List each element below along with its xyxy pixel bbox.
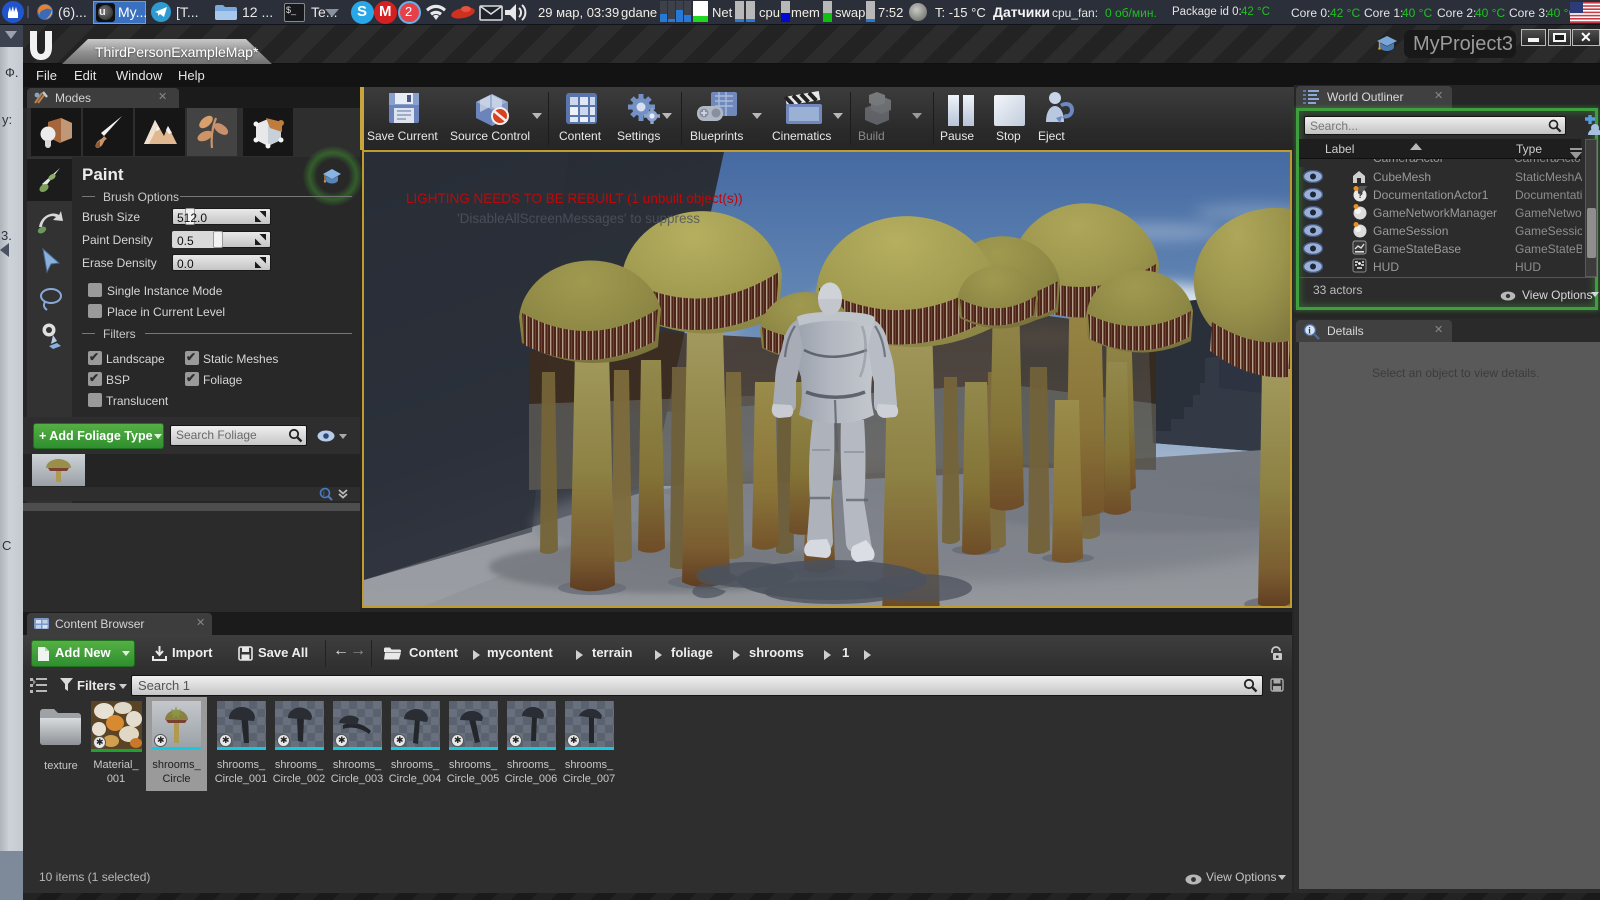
svg-text:LIGHTING NEEDS TO BE REBUILT (: LIGHTING NEEDS TO BE REBUILT (1 unbuilt … [406, 191, 743, 206]
svg-text:'DisableAllScreenMessages' to: 'DisableAllScreenMessages' to suppress [457, 211, 700, 226]
svg-text:?: ? [1358, 190, 1364, 200]
svg-text:i: i [323, 489, 325, 498]
